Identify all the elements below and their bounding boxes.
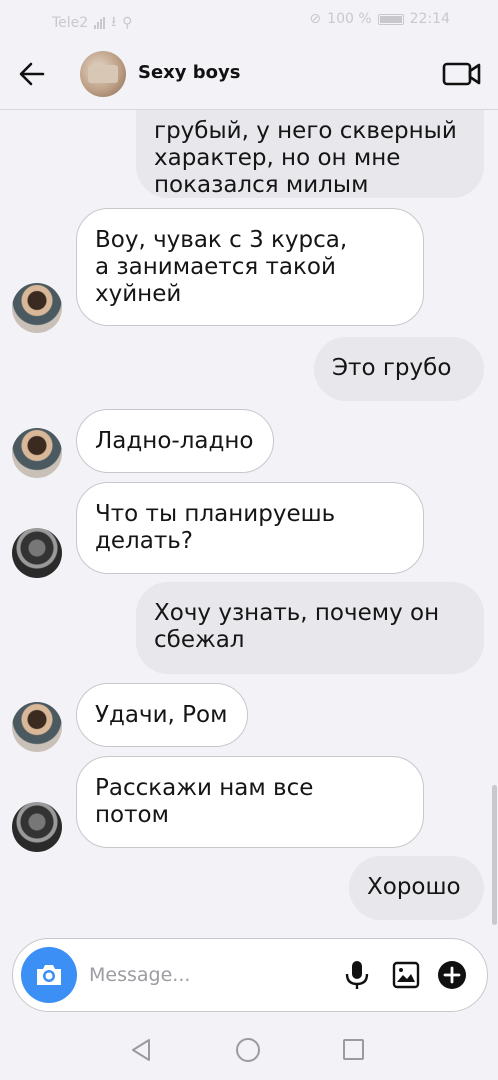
group-title[interactable]: Sexy boys (138, 62, 240, 83)
sender-avatar[interactable] (12, 702, 62, 752)
video-camera-icon[interactable] (442, 60, 482, 88)
message-bubble-incoming[interactable]: Удачи, Ром (76, 683, 248, 747)
nav-back-icon[interactable] (130, 1038, 152, 1066)
microphone-icon[interactable] (343, 959, 371, 991)
group-avatar[interactable] (80, 51, 126, 97)
message-bubble-outgoing[interactable]: Хочу узнать, почему он сбежал (136, 582, 484, 674)
nav-home-icon[interactable] (236, 1038, 260, 1062)
clock: 22:14 (409, 11, 450, 27)
status-left: Tele2 ⭳ ⚲ (52, 11, 132, 35)
system-nav-bar (0, 1020, 498, 1080)
sender-avatar[interactable] (12, 428, 62, 478)
image-gallery-icon[interactable] (391, 960, 421, 990)
do-not-disturb-icon: ⊘ (309, 11, 322, 27)
sender-avatar[interactable] (12, 528, 62, 578)
message-bubble-incoming[interactable]: Что ты планируешь делать? (76, 482, 424, 574)
carrier-label: Tele2 (52, 15, 89, 31)
battery-icon (377, 13, 404, 25)
message-bubble-incoming[interactable]: Расскажи нам все потом (76, 756, 424, 848)
nav-recent-apps-icon[interactable] (343, 1039, 364, 1060)
message-composer (12, 938, 488, 1012)
sender-avatar[interactable] (12, 283, 62, 333)
battery-percent: 100 % (327, 11, 372, 27)
message-bubble-outgoing[interactable]: Это грубо (314, 337, 484, 401)
status-right: ⊘ 100 % 22:14 (309, 11, 450, 27)
message-input[interactable] (89, 959, 329, 991)
arrow-left-icon[interactable] (18, 60, 46, 88)
message-bubble-incoming[interactable]: Ладно-ладно (76, 409, 274, 473)
download-icon: ⭳ (111, 14, 117, 30)
signal-icon (94, 17, 106, 29)
scrollbar-thumb[interactable] (492, 785, 497, 925)
chat-header: Sexy boys (0, 38, 498, 110)
sender-avatar[interactable] (12, 802, 62, 852)
search-icon: ⚲ (122, 15, 133, 31)
camera-icon[interactable] (21, 947, 77, 1003)
message-bubble-incoming[interactable]: Воу, чувак с 3 курса, а занимается такой… (76, 208, 424, 326)
plus-circle-icon[interactable] (437, 960, 467, 990)
status-bar: Tele2 ⭳ ⚲ ⊘ 100 % 22:14 (0, 0, 498, 38)
message-bubble-outgoing[interactable]: Хорошо (349, 856, 484, 920)
